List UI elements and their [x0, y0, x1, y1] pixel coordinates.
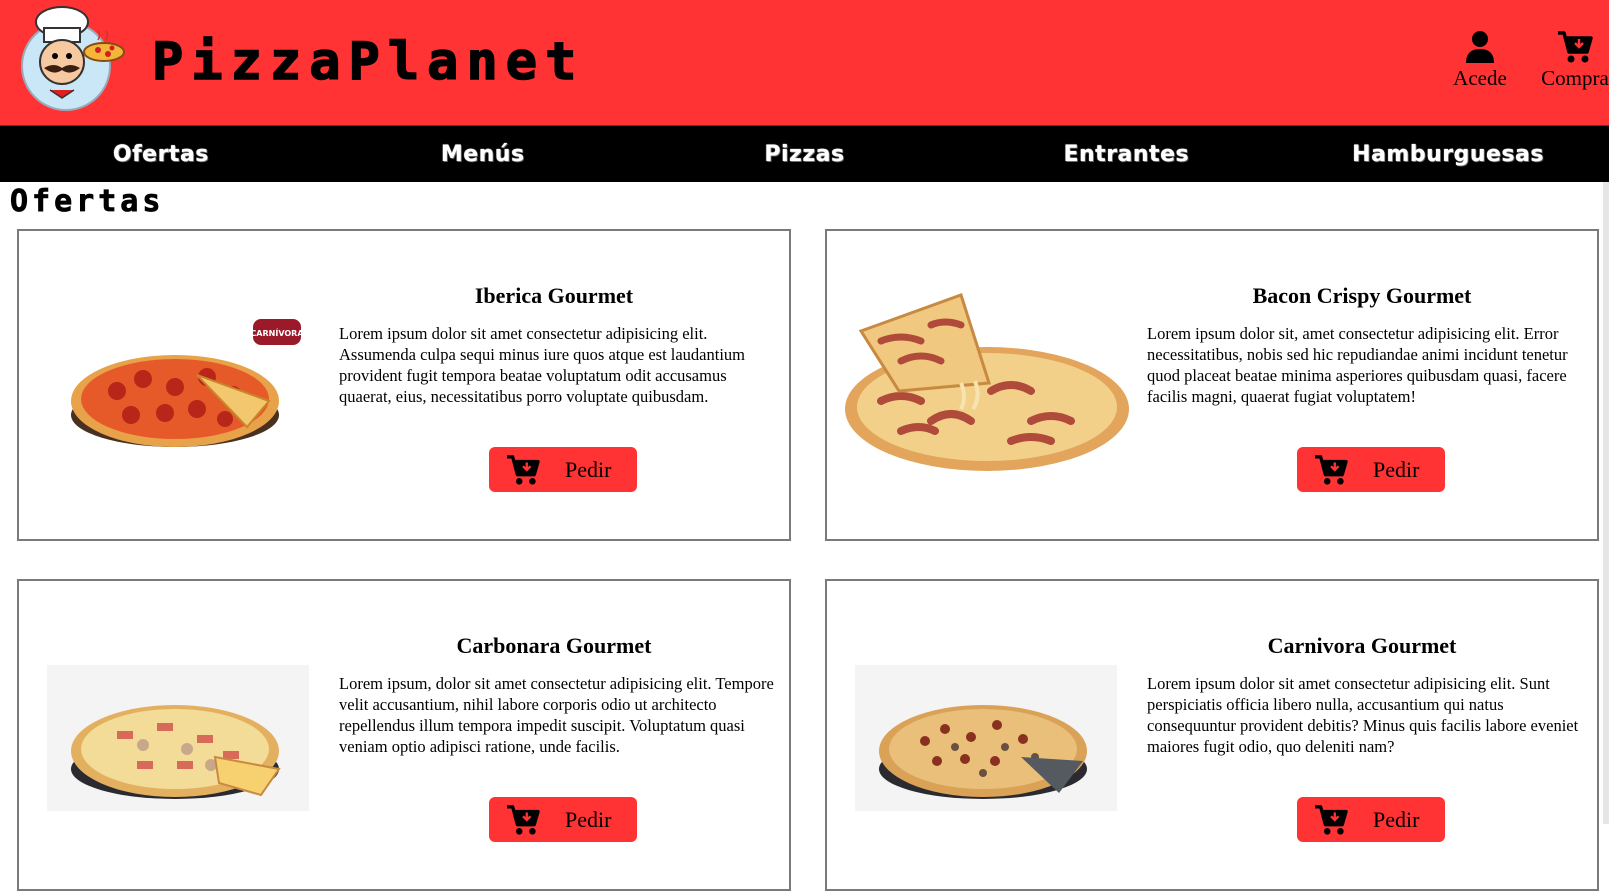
cart-download-icon: [507, 804, 540, 835]
section-title: Ofertas: [10, 184, 165, 220]
cart-download-icon: [1315, 804, 1348, 835]
carnivora-badge: CARNÍVORA: [250, 327, 304, 338]
nav-item-pizzas[interactable]: Pizzas: [644, 126, 966, 182]
product-card: Bacon Crispy Gourmet Lorem ipsum dolor s…: [825, 229, 1599, 541]
order-button[interactable]: Pedir: [1297, 797, 1445, 842]
nav-item-hamburguesas[interactable]: Hamburguesas: [1287, 126, 1609, 182]
pizza-image: [841, 291, 1133, 481]
card-title: Iberica Gourmet: [474, 283, 634, 308]
order-button-label: Pedir: [565, 456, 612, 482]
order-button[interactable]: Pedir: [489, 797, 637, 842]
nav-item-ofertas[interactable]: Ofertas: [0, 126, 322, 182]
pizza-image: CARNÍVORA: [47, 315, 309, 461]
order-button-label: Pedir: [1373, 806, 1420, 832]
pizza-image: [47, 665, 309, 811]
page-scrollbar[interactable]: [1603, 182, 1609, 824]
order-button[interactable]: Pedir: [1297, 447, 1445, 492]
chef-logo-icon[interactable]: [14, 4, 130, 114]
card-description: Lorem ipsum dolor sit amet consectetur a…: [1147, 674, 1579, 756]
card-title: Carbonara Gourmet: [456, 633, 652, 658]
order-button-label: Pedir: [1373, 456, 1420, 482]
product-card: Carbonara Gourmet Lorem ipsum, dolor sit…: [17, 579, 791, 891]
account-button[interactable]: Acede: [1440, 30, 1520, 91]
product-card: Carnivora Gourmet Lorem ipsum dolor sit …: [825, 579, 1599, 891]
nav-item-menus[interactable]: Menús: [322, 126, 644, 182]
cart-download-icon: [1315, 454, 1348, 485]
pizza-image: [855, 665, 1117, 811]
card-description: Lorem ipsum dolor sit, amet consectetur …: [1147, 324, 1568, 406]
cart-download-icon: [507, 454, 540, 485]
site-header: PizzaPlanet Acede Compra: [0, 0, 1609, 126]
card-title: Bacon Crispy Gourmet: [1252, 283, 1472, 308]
main-nav: Ofertas Menús Pizzas Entrantes Hamburgue…: [0, 126, 1609, 182]
cart-download-icon: [1558, 31, 1593, 63]
card-description: Lorem ipsum, dolor sit amet consectetur …: [339, 674, 774, 756]
brand-name[interactable]: PizzaPlanet: [151, 30, 584, 94]
cart-button[interactable]: Compra: [1530, 30, 1609, 91]
nav-item-entrantes[interactable]: Entrantes: [965, 126, 1287, 182]
card-title: Carnivora Gourmet: [1267, 633, 1457, 658]
cart-label: Compra: [1541, 66, 1609, 90]
account-label: Acede: [1453, 66, 1507, 90]
user-icon: [1466, 31, 1494, 63]
order-button-label: Pedir: [565, 806, 612, 832]
order-button[interactable]: Pedir: [489, 447, 637, 492]
card-description: Lorem ipsum dolor sit amet consectetur a…: [339, 324, 746, 406]
product-card: CARNÍVORA Iberica Gourmet Lorem ipsum do…: [17, 229, 791, 541]
